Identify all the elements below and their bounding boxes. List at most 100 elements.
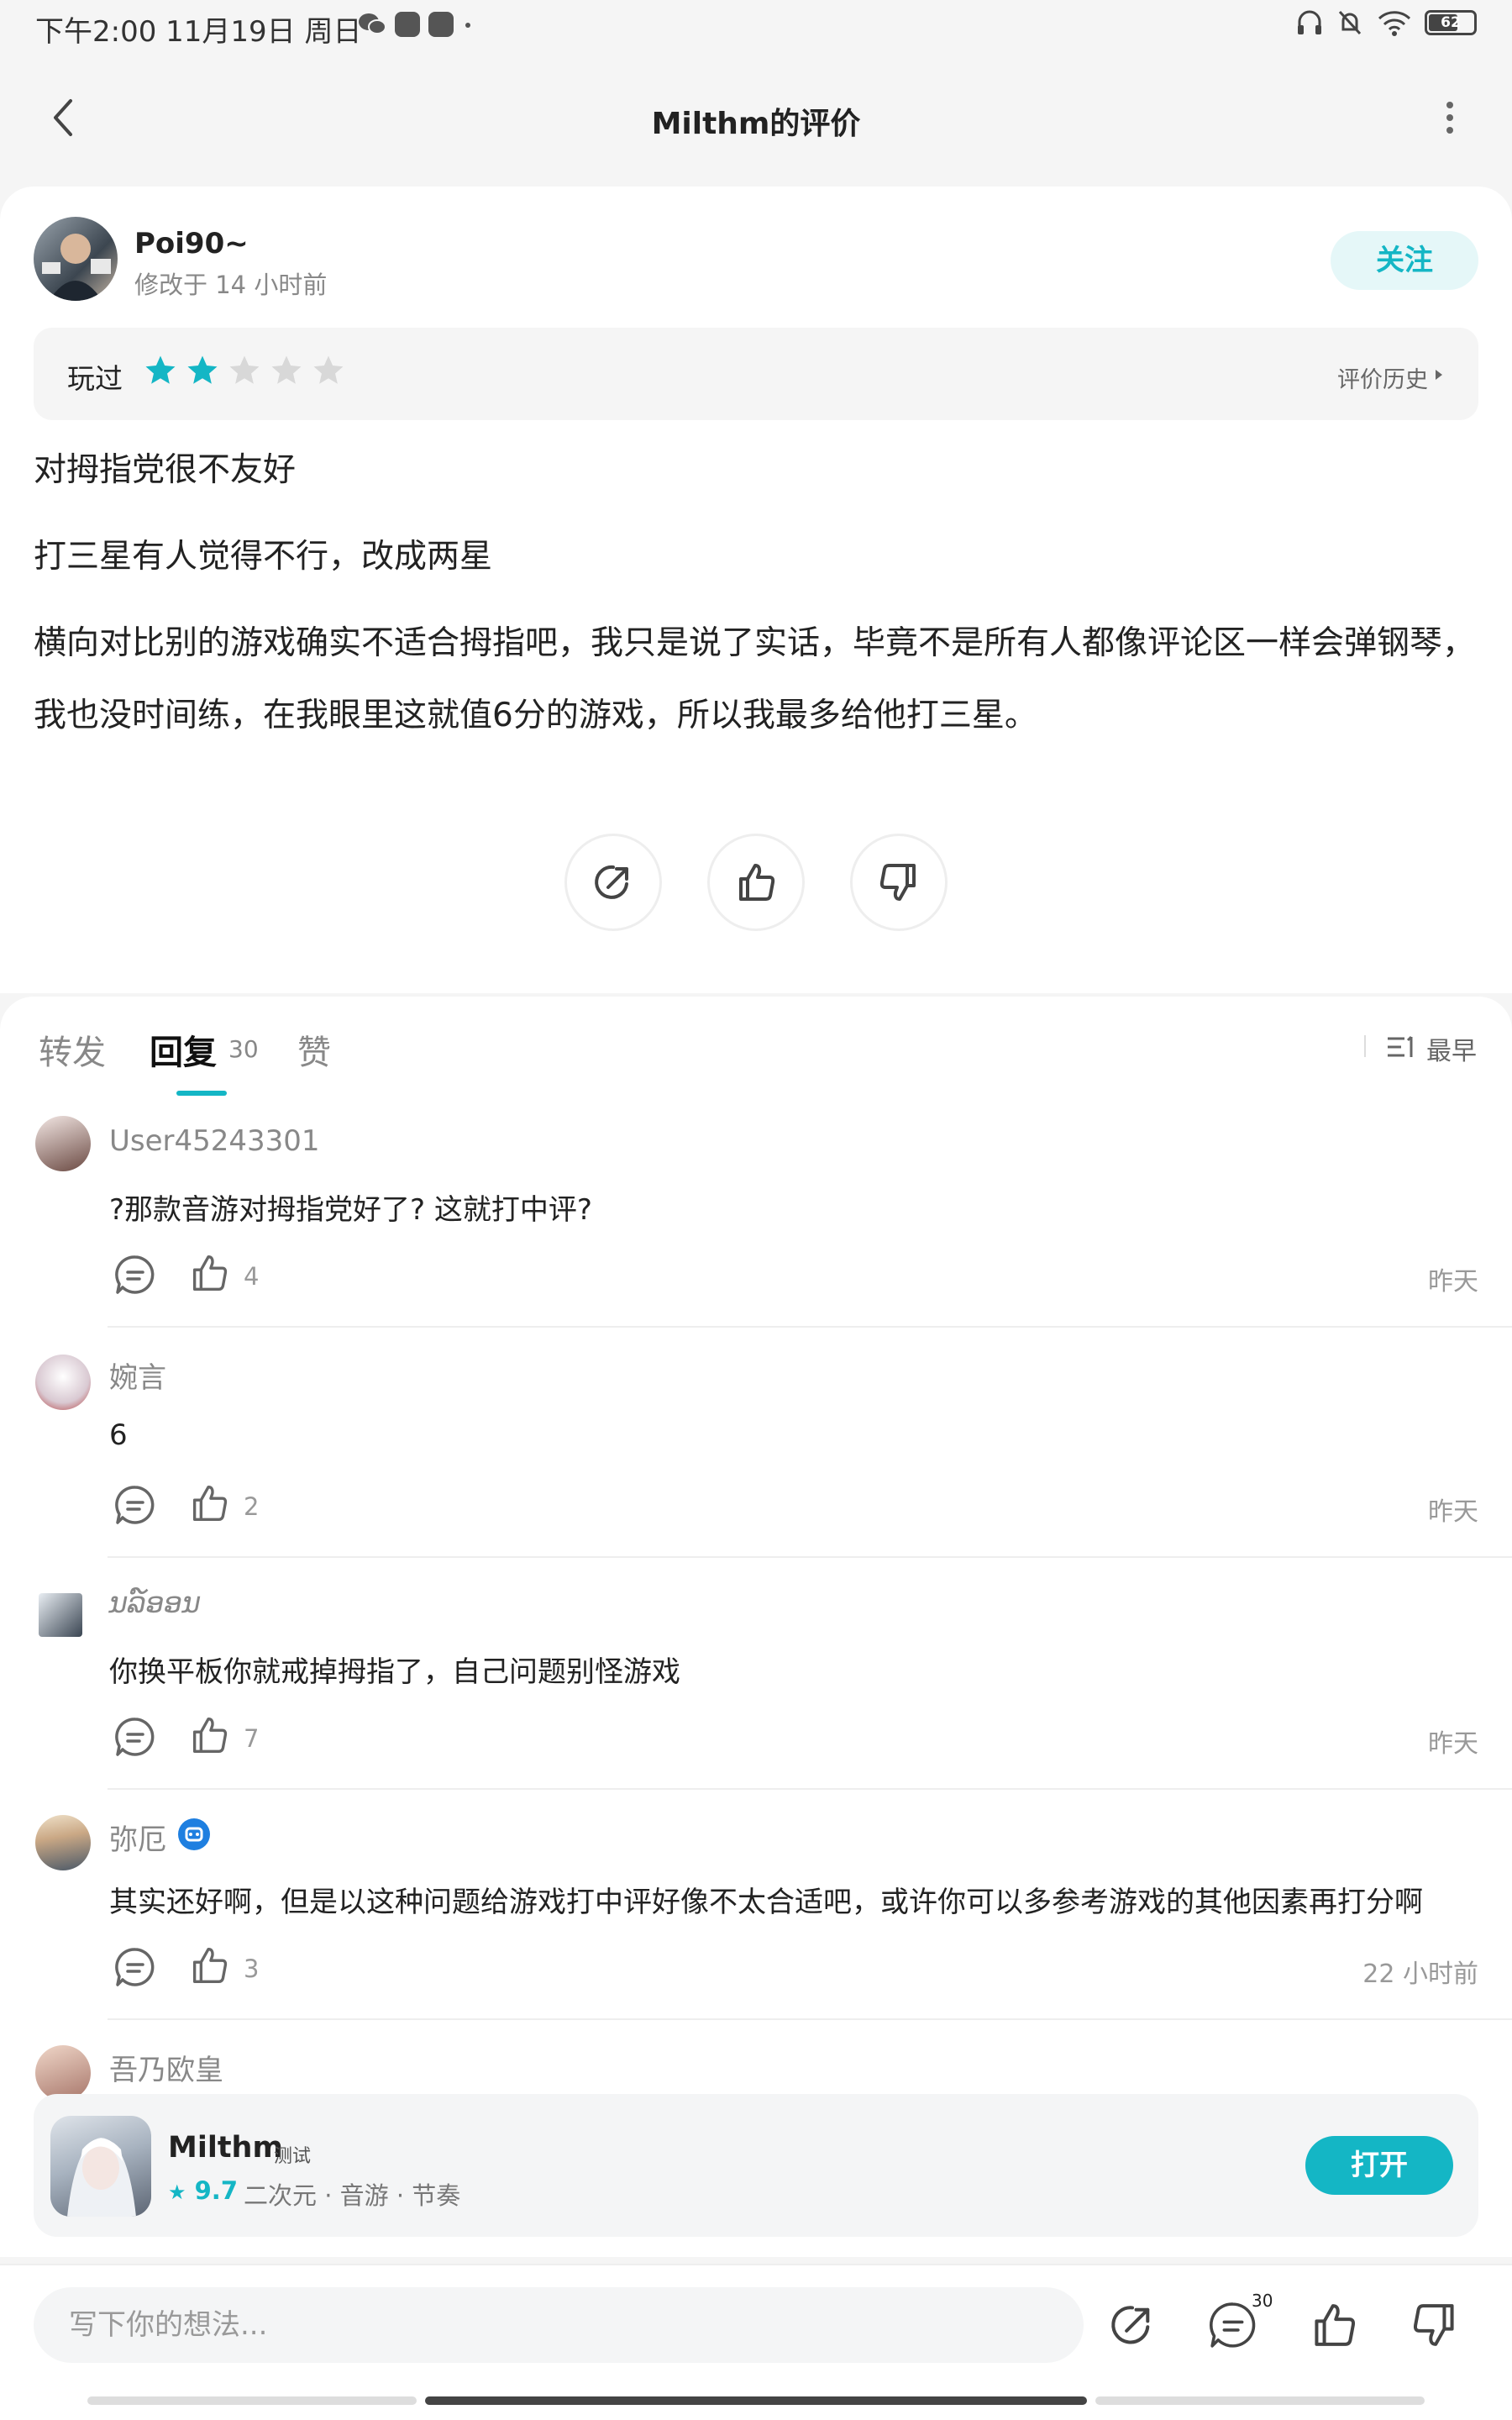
sort-order-label[interactable]: 最早 [1426,1030,1477,1067]
reply-comment-button[interactable] [113,1482,158,1528]
comment-time: 昨天 [1428,1267,1478,1297]
like-comment-button[interactable] [186,1712,232,1758]
star-filled-icon [145,355,176,384]
star-empty-icon [271,355,302,384]
like-comment-button[interactable] [186,1250,232,1296]
app-test-tag: 测试 [274,2146,312,2167]
avatar[interactable] [35,1116,91,1171]
comment-count-badge: 30 [1252,2291,1273,2311]
comment-icon [115,1948,155,1986]
app-categories: 二次元 · 音游 · 节奏 [244,2181,461,2210]
edited-time: 修改于 14 小时前 [134,271,328,299]
star-rating [143,353,346,388]
thumbs-down-button[interactable] [850,834,948,931]
thumbs-up-icon [1315,2304,1356,2346]
avatar[interactable] [39,1593,82,1637]
thumbs-up-icon [192,1255,228,1291]
app-rating-value: 9.7 [194,2176,238,2205]
review-paragraph: 对拇指党很不友好 [34,451,297,489]
app-notification-icon [395,12,420,37]
follow-button[interactable]: 关注 [1331,231,1478,290]
thumbs-up-icon [739,864,775,901]
thumbs-down-button[interactable] [1408,2298,1462,2352]
status-right-icons: 62 [1295,8,1477,37]
tab-like[interactable]: 赞 [297,1025,331,1074]
mute-bell-icon [1338,10,1362,35]
comment-author[interactable]: 吾乃欧皇 [109,2047,223,2088]
comment-icon [115,1486,155,1524]
like-count: 7 [244,1724,260,1753]
replies-panel [0,997,1512,2257]
comment-text: 你换平板你就戒掉拇指了，自己问题别怪游戏 [109,1655,680,1689]
comment-icon [115,1718,155,1756]
reviewer-name[interactable]: Poi90~ [134,227,249,260]
battery-icon: 62 [1425,10,1477,35]
avatar[interactable] [35,1815,91,1870]
share-icon [595,865,628,899]
reviewer-avatar[interactable] [34,217,118,301]
comment-author[interactable]: 婉言 [109,1355,166,1396]
like-comment-button[interactable] [186,1481,232,1526]
share-button[interactable] [1105,2298,1159,2352]
played-label: 玩过 [67,362,123,395]
comment-text: 其实还好啊，但是以这种问题给游戏打中评好像不太合适吧，或许你可以多参考游戏的其他… [109,1886,1423,1919]
more-menu-button[interactable] [1433,92,1467,143]
comment-author[interactable]: ນລ໌ອອນ [109,1586,201,1620]
open-app-button[interactable]: 打开 [1305,2136,1453,2195]
active-tab-indicator [176,1091,227,1096]
app-rating: ★ 9.7 [168,2176,238,2205]
caret-right-icon [1433,366,1445,383]
comment-author[interactable]: 弥厄 [109,1817,166,1858]
thumbs-up-icon [192,1948,228,1983]
rating-history-link[interactable]: 评价历史 [1337,361,1428,394]
more-vertical-icon [1446,102,1453,134]
review-paragraph: 打三星有人觉得不行，改成两星 [34,538,493,576]
thumbs-up-icon [192,1486,228,1521]
tab-forward[interactable]: 转发 [39,1025,106,1074]
star-empty-icon [313,355,344,384]
wifi-icon [1378,11,1411,36]
like-count: 2 [244,1492,260,1521]
nav-gesture-bar [1095,2396,1425,2405]
thumbs-up-icon [192,1718,228,1753]
like-count: 4 [244,1262,260,1291]
divider [108,1556,1512,1558]
divider [108,1326,1512,1328]
comment-input[interactable]: 写下你的想法... [34,2287,1084,2363]
sort-icon[interactable] [1386,1034,1420,1060]
notification-icons [358,12,474,37]
wechat-icon [359,13,386,34]
battery-level: 62 [1441,14,1461,31]
status-bar: 下午2:00 11月19日 周日 62 [0,0,1512,54]
nav-gesture-bar[interactable] [425,2396,1087,2405]
app-name[interactable]: Milthm [168,2131,283,2165]
share-button[interactable] [564,834,662,931]
verified-badge-icon [178,1818,210,1850]
like-comment-button[interactable] [186,1943,232,1988]
tab-reply[interactable]: 回复 [150,1025,217,1074]
thumbs-up-button[interactable] [1307,2298,1361,2352]
app-promo-card[interactable] [34,2094,1478,2237]
thumbs-down-icon [1413,2304,1454,2346]
thumbs-up-button[interactable] [707,834,805,931]
divider [108,1788,1512,1790]
avatar[interactable] [35,2045,91,2101]
reply-comment-button[interactable] [113,1252,158,1297]
comment-time: 22 小时前 [1362,1960,1478,1989]
app-icon[interactable] [50,2116,151,2217]
nav-gesture-bar [87,2396,417,2405]
star-empty-icon [229,355,260,384]
dot-icon [465,23,470,28]
comment-time: 昨天 [1428,1497,1478,1527]
comment-author[interactable]: User45243301 [109,1124,320,1158]
page-title: Milthm的评价 [651,107,861,141]
reply-comment-button[interactable] [113,1714,158,1760]
reply-comment-button[interactable] [113,1944,158,1990]
comment-icon [115,1255,155,1294]
star-filled-icon [187,355,218,384]
status-time: 下午2:00 11月19日 周日 [35,15,362,49]
thumbs-down-icon [879,864,916,901]
review-paragraph: 横向对比别的游戏确实不适合拇指吧，我只是说了实话，毕竟不是所有人都像评论区一样会… [34,624,1476,734]
share-icon [1111,2306,1150,2344]
avatar[interactable] [35,1355,91,1410]
